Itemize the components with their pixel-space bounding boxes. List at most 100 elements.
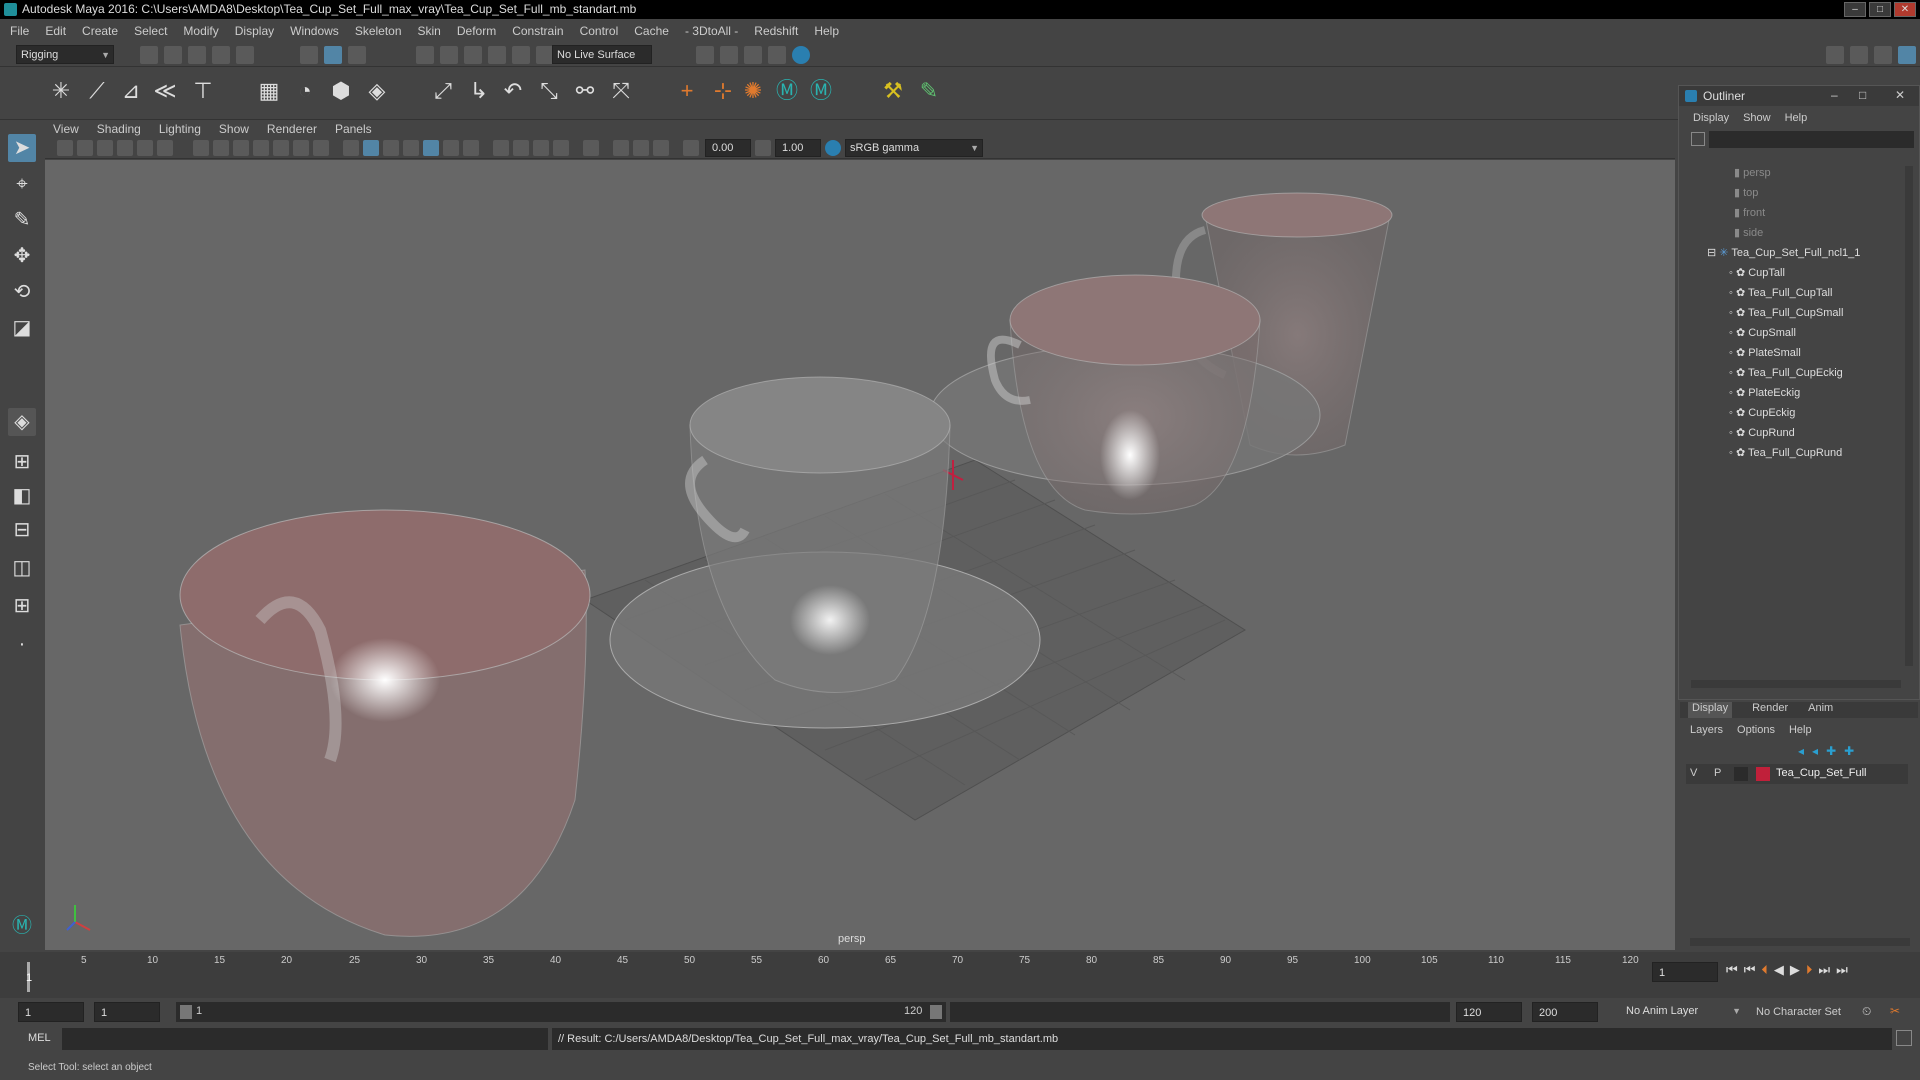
snap-grid-icon[interactable] (416, 46, 434, 64)
go-to-start-icon[interactable]: ⏮ (1726, 962, 1738, 978)
new-layer-icon[interactable]: ✚ (1826, 744, 1836, 758)
vp-menu-panels[interactable]: Panels (335, 120, 372, 138)
tab-anim[interactable]: Anim (1808, 702, 1833, 718)
scale-tool-icon[interactable]: ◪ (8, 314, 36, 342)
character-set-label[interactable]: No Character Set (1756, 1006, 1841, 1018)
grid-icon[interactable] (193, 140, 209, 156)
ipr-render-icon[interactable] (768, 46, 786, 64)
undo-icon[interactable] (212, 46, 230, 64)
outliner-child[interactable]: ◦ ✿ CupTall (1729, 266, 1785, 279)
anim-prefs-icon[interactable]: ✂ (1890, 1004, 1900, 1018)
layer-hscrollbar[interactable] (1690, 938, 1910, 946)
menu-control[interactable]: Control (580, 24, 619, 38)
multisample-icon[interactable] (533, 140, 549, 156)
outliner-item-side[interactable]: ▮ side (1734, 226, 1763, 239)
step-forward-frame-icon[interactable]: ⏵ (1806, 962, 1813, 978)
human-ik-icon[interactable]: Ⓜ (774, 78, 800, 104)
wireframe-icon[interactable] (343, 140, 359, 156)
menu-constrain[interactable]: Constrain (512, 24, 563, 38)
perspective-viewport[interactable]: persp (45, 160, 1675, 950)
new-layer-selected-icon[interactable]: ✚ (1844, 744, 1854, 758)
gamma-field[interactable]: 1.00 (775, 139, 821, 157)
outliner-child[interactable]: ◦ ✿ Tea_Full_CupTall (1729, 286, 1832, 299)
outliner-vscrollbar[interactable] (1905, 166, 1913, 666)
snap-point-icon[interactable] (464, 46, 482, 64)
move-layer-up-icon[interactable]: ◂ (1798, 744, 1804, 758)
outliner-child[interactable]: ◦ ✿ Tea_Full_CupEckig (1729, 366, 1843, 379)
lasso-tool-icon[interactable]: ⌖ (8, 170, 36, 198)
range-end-handle[interactable] (930, 1005, 942, 1019)
outliner-group[interactable]: ⊟ ✳ Tea_Cup_Set_Full_ncl1_1 (1707, 246, 1860, 259)
range-start-handle[interactable] (180, 1005, 192, 1019)
time-slider[interactable]: 1 5 10 15 20 25 30 35 40 45 50 55 60 65 … (0, 952, 1920, 998)
default-material-icon[interactable] (403, 140, 419, 156)
menu-cache[interactable]: Cache (634, 24, 669, 38)
select-tool-icon[interactable]: ➤ (8, 134, 36, 162)
select-hierarchy-icon[interactable] (300, 46, 318, 64)
grease-pencil-icon[interactable] (157, 140, 173, 156)
exposure-field[interactable]: 0.00 (705, 139, 751, 157)
outliner-item-persp[interactable]: ▮ persp (1734, 166, 1771, 179)
pole-vector-icon[interactable]: ⤧ (608, 78, 634, 104)
select-object-icon[interactable] (324, 46, 342, 64)
color-management-icon[interactable] (825, 140, 841, 156)
step-forward-key-icon[interactable]: ⏭ (1818, 962, 1830, 978)
joint-tool-icon[interactable]: ✳ (48, 78, 74, 104)
vp-menu-view[interactable]: View (53, 120, 79, 138)
outliner-close-button[interactable]: ✕ (1895, 88, 1905, 102)
outliner-child[interactable]: ◦ ✿ Tea_Full_CupSmall (1729, 306, 1843, 319)
layer-color-swatch[interactable] (1756, 767, 1770, 781)
safe-title-icon[interactable] (313, 140, 329, 156)
script-editor-icon[interactable] (1896, 1030, 1912, 1046)
start-time-field[interactable]: 1 (18, 1002, 84, 1022)
outliner-child[interactable]: ◦ ✿ Tea_Full_CupRund (1729, 446, 1842, 459)
snap-view-icon[interactable] (488, 46, 506, 64)
ik-spline-icon[interactable]: ⊿ (118, 78, 144, 104)
layout-stack-icon[interactable]: ⊟ (8, 516, 36, 544)
current-frame-field[interactable]: 1 (1652, 962, 1718, 982)
xray-joints-icon[interactable] (633, 140, 649, 156)
outliner-item-front[interactable]: ▮ front (1734, 206, 1765, 219)
save-scene-icon[interactable] (188, 46, 206, 64)
outliner-search-input[interactable] (1709, 131, 1914, 148)
redo-icon[interactable] (236, 46, 254, 64)
screen-space-ao-icon[interactable] (493, 140, 509, 156)
menu-skeleton[interactable]: Skeleton (355, 24, 402, 38)
outliner-menu-help[interactable]: Help (1785, 112, 1808, 124)
menu-create[interactable]: Create (82, 24, 118, 38)
image-plane-icon[interactable] (117, 140, 133, 156)
live-surface-field[interactable]: No Live Surface (552, 45, 652, 64)
outliner-hscrollbar[interactable] (1691, 680, 1901, 688)
close-button[interactable]: ✕ (1894, 2, 1916, 17)
isolate-select-icon[interactable] (583, 140, 599, 156)
layers-menu-options[interactable]: Options (1737, 724, 1775, 736)
render-frame-icon[interactable] (744, 46, 762, 64)
gate-mask-icon[interactable] (253, 140, 269, 156)
camera-icon[interactable] (57, 140, 73, 156)
outliner-maximize-button[interactable]: □ (1859, 88, 1866, 102)
minimize-button[interactable]: – (1844, 2, 1866, 17)
layers-menu-help[interactable]: Help (1789, 724, 1812, 736)
ik-handle-icon[interactable]: ⟋ (84, 78, 110, 104)
layout-side-icon[interactable]: ◧ (8, 482, 36, 510)
range-start-field[interactable]: 1 (94, 1002, 160, 1022)
menu-redshift[interactable]: Redshift (754, 24, 798, 38)
step-back-frame-icon[interactable]: ⏴ (1761, 962, 1768, 978)
outliner-child[interactable]: ◦ ✿ PlateEckig (1729, 386, 1800, 399)
point-constraint-icon[interactable]: ⤢ (430, 78, 456, 104)
step-back-key-icon[interactable]: ⏮ (1744, 962, 1756, 978)
range-slider[interactable]: 1 120 (176, 1002, 946, 1022)
attribute-editor-icon[interactable] (1850, 46, 1868, 64)
render-view-icon[interactable] (720, 46, 738, 64)
snap-surface-icon[interactable] (512, 46, 530, 64)
tool-settings-icon[interactable] (1874, 46, 1892, 64)
mode-dropdown[interactable]: Rigging ▼ (16, 45, 114, 64)
menu-file[interactable]: File (10, 24, 29, 38)
vp-menu-show[interactable]: Show (219, 120, 249, 138)
rotate-tool-icon[interactable]: ⟲ (8, 278, 36, 306)
anim-layer-dropdown[interactable]: No Anim Layer ▼ (1622, 1002, 1744, 1022)
play-backwards-icon[interactable]: ◀ (1774, 962, 1784, 978)
bookmark-icon[interactable] (97, 140, 113, 156)
locator-icon[interactable]: + (674, 78, 700, 104)
layer-visibility-toggle[interactable]: V (1690, 767, 1697, 779)
